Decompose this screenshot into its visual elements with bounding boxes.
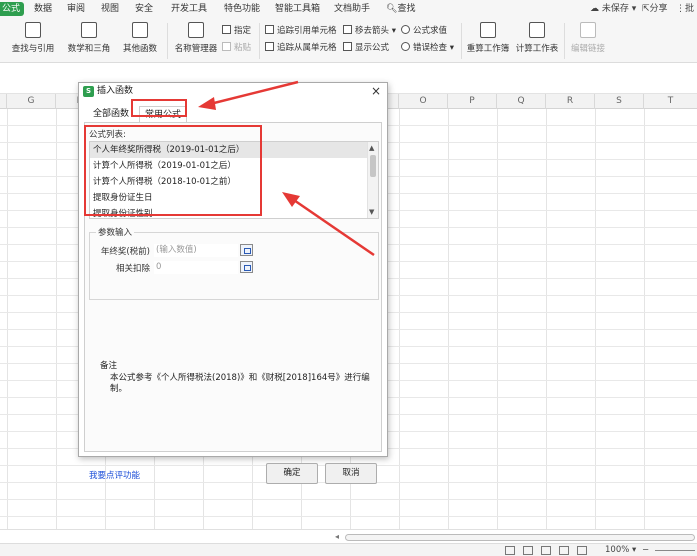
annotation-arrowhead <box>282 192 300 207</box>
annotation-arrowhead <box>198 97 216 110</box>
annotation-arrows <box>198 80 375 257</box>
annotation-arrow <box>201 80 299 108</box>
spreadsheet-app: 公式 数据 审阅 视图 安全 开发工具 特色功能 智能工具箱 文档助手 🔍︎查找… <box>0 0 697 556</box>
annotation-arrow <box>287 194 375 257</box>
